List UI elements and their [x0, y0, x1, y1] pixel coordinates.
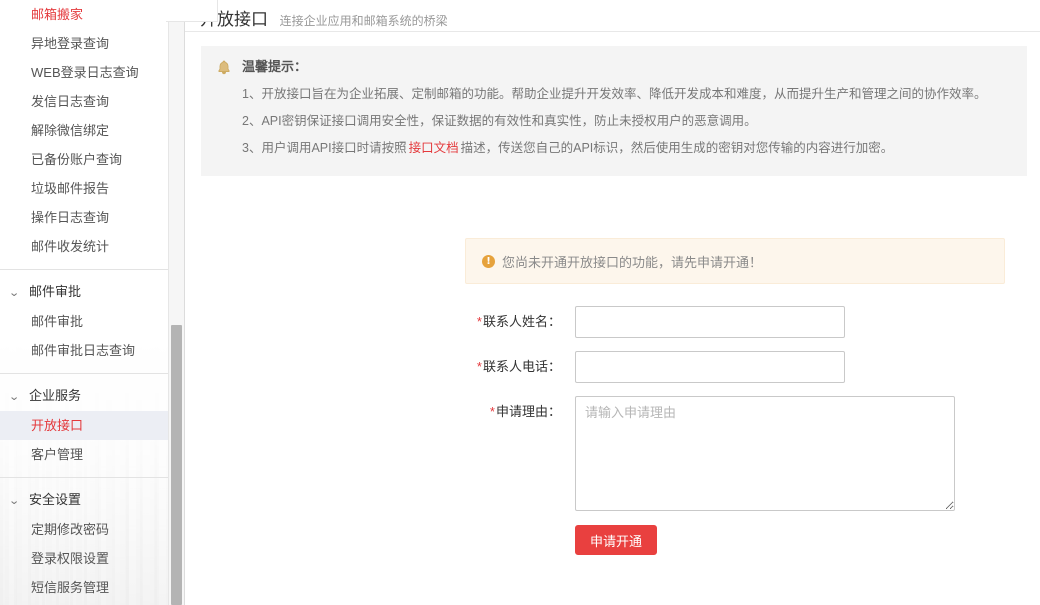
chevron-down-icon: ⌄: [8, 486, 24, 516]
tip-text: 2、API密钥保证接口调用安全性，保证数据的有效性和真实性，防止未授权用户的恶意…: [242, 114, 757, 128]
contact-name-input[interactable]: [575, 306, 845, 338]
tips-title: 温馨提示：: [242, 58, 307, 76]
contact-name-label-text: 联系人姓名：: [483, 314, 561, 329]
tip-item-0: 1、开放接口旨在为企业拓展、定制邮箱的功能。帮助企业提升开发效率、降低开发成本和…: [242, 81, 1013, 108]
form-row-contact-phone: *联系人电话：: [185, 351, 1040, 383]
sidebar-group-1[interactable]: ⌄ 邮件审批: [0, 277, 184, 307]
sidebar-item-0-5[interactable]: 已备份账户查询: [0, 145, 184, 174]
status-alert: ! 您尚未开通开放接口的功能，请先申请开通！: [465, 238, 1005, 284]
tips-header: 温馨提示：: [215, 58, 1013, 76]
form-row-contact-name: *联系人姓名：: [185, 306, 1040, 338]
sidebar-item-0-0[interactable]: 邮箱搬家: [0, 0, 184, 29]
contact-phone-input[interactable]: [575, 351, 845, 383]
sidebar-item-0-7[interactable]: 操作日志查询: [0, 203, 184, 232]
sidebar-item-0-8[interactable]: 邮件收发统计: [0, 232, 184, 261]
required-asterisk: *: [490, 404, 495, 419]
contact-phone-label: *联系人电话：: [185, 351, 575, 383]
sidebar-nav: 邮箱搬家异地登录查询WEB登录日志查询发信日志查询解除微信绑定已备份账户查询垃圾…: [0, 0, 184, 602]
page-subtitle: 连接企业应用和邮箱系统的桥梁: [280, 12, 448, 29]
sidebar-item-0-2[interactable]: WEB登录日志查询: [0, 58, 184, 87]
tip-item-1: 2、API密钥保证接口调用安全性，保证数据的有效性和真实性，防止未授权用户的恶意…: [242, 108, 1013, 135]
sidebar-item-2-0[interactable]: 开放接口: [0, 411, 184, 440]
contact-name-label: *联系人姓名：: [185, 306, 575, 338]
form-row-apply-reason: *申请理由：: [185, 396, 1040, 511]
required-asterisk: *: [477, 359, 482, 374]
apply-reason-label-text: 申请理由：: [496, 404, 561, 419]
sidebar-item-1-1[interactable]: 邮件审批日志查询: [0, 336, 184, 365]
tip-text: 3、用户调用API接口时请按照: [242, 141, 407, 155]
tips-panel: 温馨提示： 1、开放接口旨在为企业拓展、定制邮箱的功能。帮助企业提升开发效率、降…: [201, 46, 1027, 176]
sidebar-group-2[interactable]: ⌄ 企业服务: [0, 381, 184, 411]
bell-icon: [215, 59, 233, 77]
contact-phone-label-text: 联系人电话：: [483, 359, 561, 374]
sidebar-item-1-0[interactable]: 邮件审批: [0, 307, 184, 336]
sidebar: 邮箱搬家异地登录查询WEB登录日志查询发信日志查询解除微信绑定已备份账户查询垃圾…: [0, 0, 185, 605]
scrollbar-thumb[interactable]: [171, 325, 182, 605]
api-doc-link[interactable]: 接口文档: [409, 141, 459, 155]
sidebar-item-0-6[interactable]: 垃圾邮件报告: [0, 174, 184, 203]
chevron-down-icon: ⌄: [8, 278, 24, 308]
sidebar-item-0-4[interactable]: 解除微信绑定: [0, 116, 184, 145]
apply-open-button[interactable]: 申请开通: [575, 525, 657, 555]
sidebar-group-label: 安全设置: [29, 492, 81, 507]
sidebar-item-0-3[interactable]: 发信日志查询: [0, 87, 184, 116]
sidebar-divider: [0, 269, 184, 270]
required-asterisk: *: [477, 314, 482, 329]
form-actions: 申请开通: [185, 525, 1040, 555]
form-actions-spacer: [185, 525, 575, 555]
sidebar-group-label: 邮件审批: [29, 284, 81, 299]
sidebar-item-3-2[interactable]: 短信服务管理: [0, 573, 184, 602]
sidebar-group-3[interactable]: ⌄ 安全设置: [0, 485, 184, 515]
chevron-down-icon: ⌄: [8, 382, 24, 412]
tip-text: 1、开放接口旨在为企业拓展、定制邮箱的功能。帮助企业提升开发效率、降低开发成本和…: [242, 87, 986, 101]
page-header: 开放接口 连接企业应用和邮箱系统的桥梁: [185, 0, 1040, 32]
apply-form: *联系人姓名： *联系人电话： *申请理由： 申请开通: [185, 306, 1040, 555]
sidebar-divider: [0, 373, 184, 374]
sidebar-item-2-1[interactable]: 客户管理: [0, 440, 184, 469]
info-circle-icon: !: [482, 255, 495, 268]
sidebar-item-3-1[interactable]: 登录权限设置: [0, 544, 184, 573]
sidebar-divider: [0, 477, 184, 478]
tips-list: 1、开放接口旨在为企业拓展、定制邮箱的功能。帮助企业提升开发效率、降低开发成本和…: [215, 81, 1013, 162]
apply-reason-label: *申请理由：: [185, 396, 575, 428]
panel-edge-decoration: [166, 0, 218, 22]
tip-text-after: 描述，传送您自己的API标识，然后使用生成的密钥对您传输的内容进行加密。: [461, 141, 894, 155]
main-content: 开放接口 连接企业应用和邮箱系统的桥梁 温馨提示： 1、开放接口旨在为企业拓展、…: [185, 0, 1040, 605]
alert-message: 您尚未开通开放接口的功能，请先申请开通！: [502, 252, 762, 271]
tip-item-2: 3、用户调用API接口时请按照接口文档描述，传送您自己的API标识，然后使用生成…: [242, 135, 1013, 162]
sidebar-item-3-0[interactable]: 定期修改密码: [0, 515, 184, 544]
sidebar-item-0-1[interactable]: 异地登录查询: [0, 29, 184, 58]
sidebar-scrollbar[interactable]: [168, 0, 184, 605]
sidebar-group-label: 企业服务: [29, 388, 81, 403]
apply-reason-textarea[interactable]: [575, 396, 955, 511]
app-root: 邮箱搬家异地登录查询WEB登录日志查询发信日志查询解除微信绑定已备份账户查询垃圾…: [0, 0, 1040, 605]
